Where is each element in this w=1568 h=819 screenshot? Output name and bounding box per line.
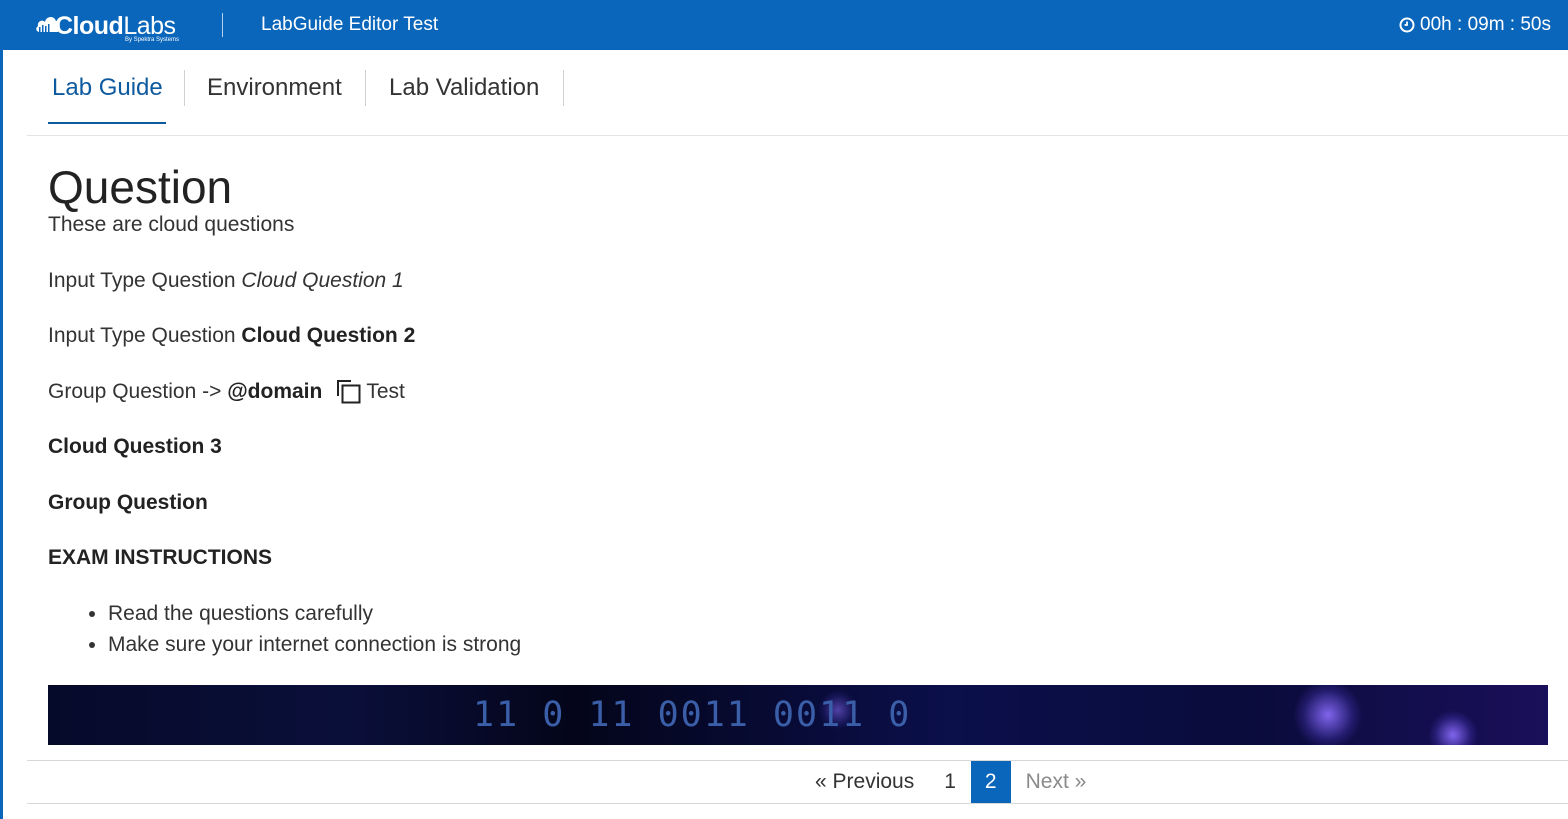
lab-guide-content: Question These are cloud questions Input… [48,160,1548,745]
banner-glow [1428,710,1478,745]
instructions-list: Read the questions carefully Make sure y… [48,598,521,660]
page-2-button[interactable]: 2 [970,761,1011,803]
question-3-text: Cloud Question 3 [48,435,222,458]
tab-separator [365,70,366,106]
tab-separator [184,70,185,106]
list-item: Make sure your internet connection is st… [108,629,521,660]
logo-light-text: Labs [123,12,176,40]
exam-instructions-heading-text: EXAM INSTRUCTIONS [48,546,273,569]
banner-binary-text: 11 0 11 0011 0011 0 [473,695,912,735]
binary-banner-image: 11 0 11 0011 0011 0 [48,685,1548,745]
page-1-button[interactable]: 1 [929,761,971,803]
group-question-after: Test [366,380,405,403]
clock-icon [1399,17,1415,33]
question-1-name: Cloud Question 1 [241,269,404,292]
question-3: Cloud Question 3 [48,432,222,462]
group-question-heading-text: Group Question [48,491,208,514]
cloudlabs-logo[interactable]: CloudLabs By Spektra Systems [33,6,203,46]
page-title: Question [48,161,233,213]
lab-timer: 00h : 09m : 50s [1399,14,1551,36]
group-question-heading: Group Question [48,488,208,518]
left-frame-border [0,0,3,819]
tab-lab-validation[interactable]: Lab Validation [389,71,539,105]
copy-icon[interactable] [334,377,362,405]
banner-glow [1293,685,1363,745]
header-divider [222,13,223,37]
tab-lab-guide[interactable]: Lab Guide [52,71,163,105]
question-2-prefix: Input Type Question [48,324,242,347]
logo-bold-text: Cloud [55,12,124,40]
list-item: Read the questions carefully [108,598,521,629]
group-question-prefix: Group Question -> [48,380,228,403]
logo-subtitle: By Spektra Systems [125,37,180,43]
next-page-button[interactable]: Next » [1011,761,1102,803]
pagination-bar: « Previous 1 2 Next » [27,760,1568,804]
timer-text: 00h : 09m : 50s [1420,14,1551,35]
question-2-name: Cloud Question 2 [241,324,416,347]
page-subtitle: These are cloud questions [48,213,295,236]
main-tabs: Lab Guide Environment Lab Validation [27,51,1568,136]
question-2: Input Type Question Cloud Question 2 [48,321,415,351]
active-tab-indicator [48,122,166,124]
logo-wordmark: CloudLabs [55,12,176,40]
group-question-value: @domain [227,380,323,403]
app-title: LabGuide Editor Test [261,14,439,35]
exam-instructions-heading: EXAM INSTRUCTIONS [48,543,272,573]
question-1: Input Type Question Cloud Question 1 [48,266,404,296]
previous-page-button[interactable]: « Previous [800,761,929,803]
group-question-line: Group Question -> @domain Test [48,377,405,407]
tab-environment[interactable]: Environment [207,71,342,105]
question-1-prefix: Input Type Question [48,269,242,292]
top-header-bar: CloudLabs By Spektra Systems LabGuide Ed… [3,0,1568,50]
pagination: « Previous 1 2 Next » [800,761,1101,803]
tab-separator [563,70,564,106]
